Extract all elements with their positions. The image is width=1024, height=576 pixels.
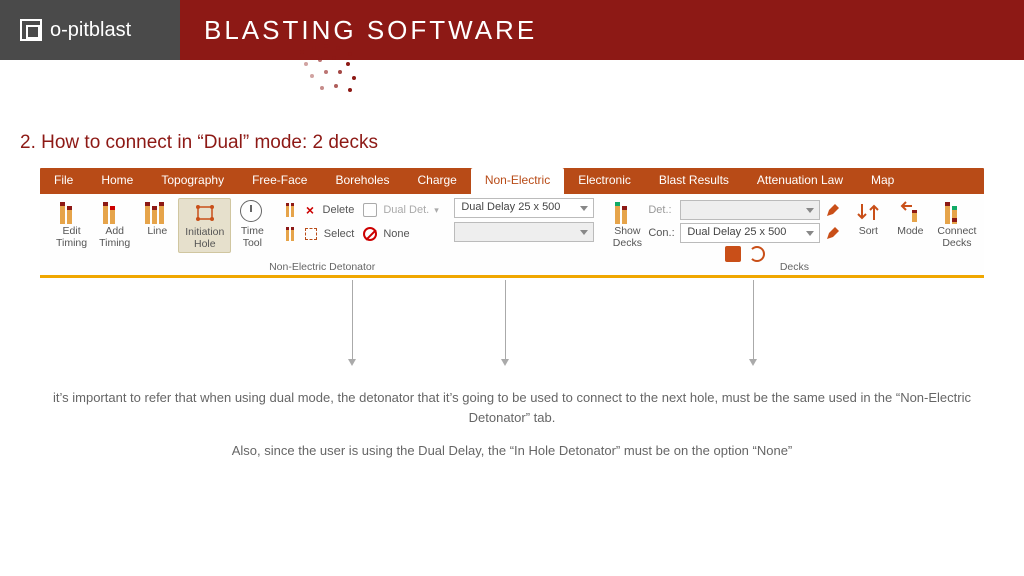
- group-label-nonelectric: Non-Electric Detonator: [46, 261, 598, 273]
- tab-boreholes[interactable]: Boreholes: [321, 168, 403, 194]
- pointer-arrow-icon: [352, 280, 353, 360]
- decorative-dots: [0, 60, 1024, 120]
- select-button[interactable]: Select: [278, 224, 358, 244]
- con-label: Con.:: [648, 227, 676, 239]
- tab-strip: File Home Topography Free-Face Boreholes…: [40, 168, 984, 194]
- edit-det-button[interactable]: [824, 201, 842, 219]
- edit-con-button[interactable]: [824, 224, 842, 242]
- connect-decks-button[interactable]: Connect Decks: [931, 198, 982, 251]
- mode-icon: [898, 200, 922, 224]
- show-decks-icon: [615, 200, 639, 224]
- select-marquee-icon: [305, 228, 317, 240]
- sort-icon: [856, 200, 880, 224]
- dual-det-toggle[interactable]: Dual Det. ▾: [358, 200, 454, 220]
- det-label: Det.:: [648, 204, 676, 216]
- delete-x-icon: ×: [302, 202, 317, 218]
- add-timing-icon: [103, 200, 127, 224]
- time-tool-button[interactable]: Time Tool: [231, 198, 273, 251]
- tab-freeface[interactable]: Free-Face: [238, 168, 321, 194]
- line-button[interactable]: Line: [136, 198, 178, 240]
- delete-button[interactable]: × Delete: [278, 200, 358, 220]
- dual-det-icon: [363, 203, 377, 217]
- tab-file[interactable]: File: [40, 168, 87, 194]
- ribbon: File Home Topography Free-Face Boreholes…: [40, 168, 984, 278]
- initiation-hole-button[interactable]: Initiation Hole: [178, 198, 231, 253]
- none-button[interactable]: None: [358, 224, 454, 244]
- tab-home[interactable]: Home: [87, 168, 147, 194]
- mode-button[interactable]: Mode: [889, 198, 931, 240]
- logo-cube-icon: [20, 19, 42, 41]
- save-icon[interactable]: [725, 246, 741, 262]
- deck-con-select[interactable]: Dual Delay 25 x 500: [680, 223, 820, 243]
- line-icon: [145, 200, 169, 224]
- note-paragraph-1: it’s important to refer that when using …: [40, 388, 984, 427]
- refresh-icon[interactable]: [749, 246, 765, 262]
- inhole-detonator-select[interactable]: [454, 222, 594, 242]
- connect-decks-icon: [945, 200, 969, 224]
- detonator-select[interactable]: Dual Delay 25 x 500: [454, 198, 594, 218]
- pointer-arrow-icon: [753, 280, 754, 360]
- explanation-block: it’s important to refer that when using …: [40, 278, 984, 461]
- ribbon-body: Edit Timing Add Timing Line Initiation H…: [40, 194, 984, 278]
- note-paragraph-2: Also, since the user is using the Dual D…: [40, 441, 984, 461]
- edit-timing-icon: [60, 200, 84, 224]
- tab-topography[interactable]: Topography: [147, 168, 238, 194]
- add-timing-button[interactable]: Add Timing: [93, 198, 136, 251]
- edit-timing-button[interactable]: Edit Timing: [50, 198, 93, 251]
- chevron-down-icon: ▾: [434, 205, 439, 216]
- tab-electronic[interactable]: Electronic: [564, 168, 645, 194]
- tab-charge[interactable]: Charge: [403, 168, 470, 194]
- pointer-arrow-icon: [505, 280, 506, 360]
- section-title: 2. How to connect in “Dual” mode: 2 deck…: [0, 120, 1024, 168]
- tab-blastresults[interactable]: Blast Results: [645, 168, 743, 194]
- tab-map[interactable]: Map: [857, 168, 908, 194]
- tab-nonelectric[interactable]: Non-Electric: [471, 168, 564, 194]
- tab-attenuation[interactable]: Attenuation Law: [743, 168, 857, 194]
- bars-icon: [286, 227, 294, 241]
- header-banner: o-pitblast BLASTING SOFTWARE: [0, 0, 1024, 60]
- show-decks-button[interactable]: Show Decks: [606, 198, 648, 251]
- group-label-decks: Decks: [602, 261, 986, 273]
- initiation-hole-icon: [193, 201, 217, 225]
- sort-button[interactable]: Sort: [847, 198, 889, 240]
- bars-icon: [286, 203, 294, 217]
- brand-text: o-pitblast: [50, 19, 131, 42]
- deck-det-select[interactable]: [680, 200, 820, 220]
- none-prohibit-icon: [363, 227, 377, 241]
- clock-icon: [240, 200, 262, 222]
- brand-logo: o-pitblast: [0, 0, 180, 60]
